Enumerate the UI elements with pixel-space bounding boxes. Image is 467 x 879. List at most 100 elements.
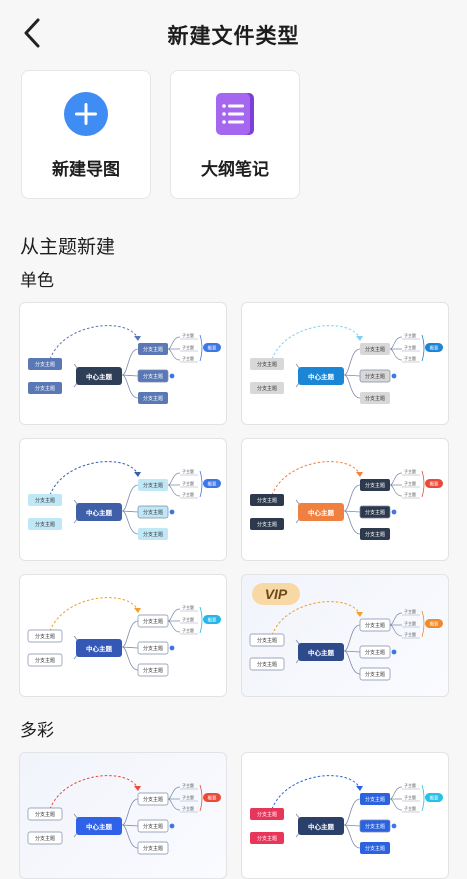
svg-text:子主题: 子主题 <box>182 782 194 788</box>
svg-text:分支主题: 分支主题 <box>365 346 385 353</box>
svg-text:分支主题: 分支主题 <box>257 521 277 528</box>
svg-text:分支主题: 分支主题 <box>143 509 163 516</box>
mindmap-thumbnail: 分支主题分支主题中心主题分支主题分支主题分支主题子主题子主题子主题概要 <box>28 461 221 540</box>
svg-text:分支主题: 分支主题 <box>35 385 55 392</box>
svg-text:子主题: 子主题 <box>404 782 416 788</box>
template-card-dark-orange[interactable]: 分支主题 分支主题 中心主题 分支主题 分支主题 分支主题 子主题 子主题 子主题 概要 <box>241 438 449 561</box>
outline-note-button[interactable]: 大纲笔记 <box>170 70 300 199</box>
svg-text:分支主题: 分支主题 <box>365 796 385 803</box>
svg-text:分支主题: 分支主题 <box>143 482 163 489</box>
svg-text:分支主题: 分支主题 <box>365 823 385 830</box>
mindmap-thumbnail: 分支主题分支主题中心主题分支主题分支主题分支主题子主题子主题子主题概要 <box>250 775 443 854</box>
svg-text:分支主题: 分支主题 <box>143 845 163 852</box>
svg-text:子主题: 子主题 <box>182 468 194 474</box>
svg-text:分支主题: 分支主题 <box>257 361 277 368</box>
section-title-from-theme: 从主题新建 <box>20 236 116 258</box>
svg-text:子主题: 子主题 <box>182 480 194 486</box>
svg-text:子主题: 子主题 <box>404 355 416 361</box>
svg-text:分支主题: 分支主题 <box>143 346 163 353</box>
svg-text:分支主题: 分支主题 <box>257 637 277 644</box>
svg-text:子主题: 子主题 <box>182 616 194 622</box>
section-title-colorful: 多彩 <box>20 721 54 741</box>
template-card-blue[interactable]: 分支主题 分支主题 中心主题 分支主题 分支主题 分支主题 子主题 子主题 子主题 概要 <box>241 302 449 425</box>
svg-text:分支主题: 分支主题 <box>143 531 163 538</box>
svg-text:分支主题: 分支主题 <box>35 521 55 528</box>
svg-text:概要: 概要 <box>208 616 217 623</box>
svg-text:中心主题: 中心主题 <box>308 822 335 831</box>
svg-text:子主题: 子主题 <box>182 604 194 610</box>
svg-text:子主题: 子主题 <box>182 627 194 633</box>
svg-text:中心主题: 中心主题 <box>308 372 335 381</box>
template-card-gradient[interactable]: 分支主题 分支主题 中心主题 分支主题 分支主题 分支主题 子主题 子主题 子主题 概要 <box>19 752 227 879</box>
svg-text:中心主题: 中心主题 <box>86 644 113 653</box>
section-title-mono: 单色 <box>20 271 54 291</box>
svg-text:子主题: 子主题 <box>182 491 194 497</box>
svg-text:分支主题: 分支主题 <box>365 622 385 629</box>
svg-text:概要: 概要 <box>430 620 439 627</box>
template-card-vip-navy[interactable]: VIP 分支主题 分支主题 中心主题 分支主题 分支主题 分支主题 子主题 子主题 子主题 概要 <box>241 574 449 697</box>
svg-text:子主题: 子主题 <box>182 805 194 811</box>
svg-text:分支主题: 分支主题 <box>257 661 277 668</box>
mindmap-thumbnail: 分支主题分支主题中心主题分支主题分支主题分支主题子主题子主题子主题概要 <box>250 461 443 540</box>
svg-text:中心主题: 中心主题 <box>86 508 113 517</box>
svg-text:分支主题: 分支主题 <box>35 835 55 842</box>
svg-text:概要: 概要 <box>430 794 439 801</box>
svg-text:分支主题: 分支主题 <box>143 395 163 402</box>
svg-text:分支主题: 分支主题 <box>257 835 277 842</box>
svg-text:子主题: 子主题 <box>404 794 416 800</box>
svg-text:分支主题: 分支主题 <box>365 671 385 678</box>
template-card-light-blue[interactable]: 分支主题 分支主题 中心主题 分支主题 分支主题 分支主题 子主题 子主题 子主题 概要 <box>19 438 227 561</box>
svg-text:分支主题: 分支主题 <box>257 497 277 504</box>
page-title: 新建文件类型 <box>167 24 300 48</box>
svg-text:分支主题: 分支主题 <box>143 667 163 674</box>
svg-text:子主题: 子主题 <box>404 344 416 350</box>
svg-text:分支主题: 分支主题 <box>365 395 385 402</box>
outline-note-label: 大纲笔记 <box>201 160 269 180</box>
svg-text:分支主题: 分支主题 <box>257 811 277 818</box>
svg-text:子主题: 子主题 <box>404 480 416 486</box>
svg-text:子主题: 子主题 <box>182 794 194 800</box>
svg-text:概要: 概要 <box>208 344 217 351</box>
svg-text:分支主题: 分支主题 <box>365 482 385 489</box>
svg-text:分支主题: 分支主题 <box>365 845 385 852</box>
svg-text:分支主题: 分支主题 <box>143 618 163 625</box>
svg-text:子主题: 子主题 <box>404 805 416 811</box>
svg-text:分支主题: 分支主题 <box>35 361 55 368</box>
svg-text:子主题: 子主题 <box>404 491 416 497</box>
mindmap-thumbnail: 分支主题分支主题中心主题分支主题分支主题分支主题子主题子主题子主题概要 <box>27 775 221 855</box>
new-mindmap-button[interactable]: 新建导图 <box>21 70 151 199</box>
svg-text:子主题: 子主题 <box>404 332 416 338</box>
svg-text:子主题: 子主题 <box>404 631 416 637</box>
svg-text:分支主题: 分支主题 <box>365 649 385 656</box>
mindmap-thumbnail: 分支主题分支主题中心主题分支主题分支主题分支主题子主题子主题子主题概要 <box>27 597 221 677</box>
svg-text:子主题: 子主题 <box>182 355 194 361</box>
svg-text:分支主题: 分支主题 <box>365 509 385 516</box>
svg-text:分支主题: 分支主题 <box>365 531 385 538</box>
svg-text:分支主题: 分支主题 <box>35 657 55 664</box>
svg-text:子主题: 子主题 <box>182 344 194 350</box>
template-card-multicolor[interactable]: 分支主题 分支主题 中心主题 分支主题 分支主题 分支主题 子主题 子主题 子主题 概要 <box>241 752 449 879</box>
template-card-outline-blue[interactable]: 分支主题 分支主题 中心主题 分支主题 分支主题 分支主题 子主题 子主题 子主题 概要 <box>19 574 227 697</box>
new-mindmap-label: 新建导图 <box>52 160 120 180</box>
svg-text:概要: 概要 <box>208 794 217 801</box>
svg-text:子主题: 子主题 <box>404 468 416 474</box>
outline-note-icon <box>212 91 258 137</box>
svg-text:分支主题: 分支主题 <box>35 811 55 818</box>
svg-text:分支主题: 分支主题 <box>143 823 163 830</box>
svg-text:分支主题: 分支主题 <box>365 373 385 380</box>
header: 新建文件类型 <box>0 0 467 66</box>
svg-text:中心主题: 中心主题 <box>308 648 335 657</box>
svg-text:分支主题: 分支主题 <box>143 373 163 380</box>
svg-text:分支主题: 分支主题 <box>143 645 163 652</box>
svg-text:子主题: 子主题 <box>404 608 416 614</box>
plus-circle-icon <box>63 91 109 137</box>
svg-text:概要: 概要 <box>430 480 439 487</box>
mindmap-thumbnail: 分支主题分支主题中心主题分支主题分支主题分支主题子主题子主题子主题概要 <box>250 325 443 404</box>
svg-text:子主题: 子主题 <box>182 332 194 338</box>
svg-text:概要: 概要 <box>208 480 217 487</box>
svg-text:中心主题: 中心主题 <box>308 508 335 517</box>
svg-text:中心主题: 中心主题 <box>86 822 113 831</box>
mindmap-thumbnail: 分支主题分支主题中心主题分支主题分支主题分支主题子主题子主题子主题概要 <box>28 325 221 404</box>
mindmap-thumbnail: 分支主题分支主题中心主题分支主题分支主题分支主题子主题子主题子主题概要 <box>249 601 443 681</box>
template-card-navy[interactable]: 分支主题 分支主题 中心主题 分支主题 分支主题 分支主题 子主题 子主题 子主题 概要 <box>19 302 227 425</box>
